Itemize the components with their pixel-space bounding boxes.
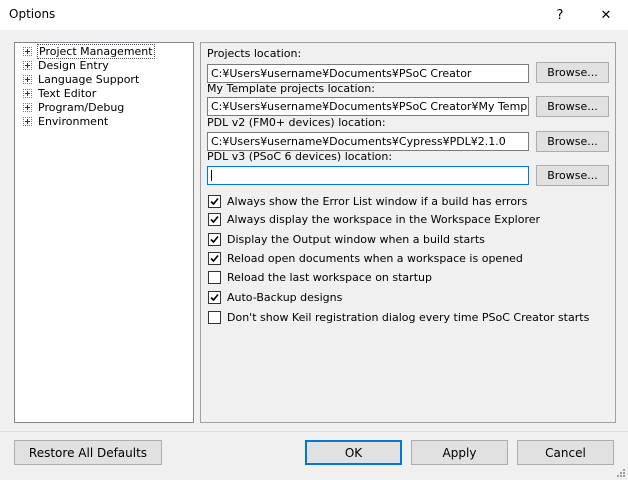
expand-icon[interactable]: [23, 102, 32, 112]
category-tree[interactable]: Project Management Design Entry Language…: [14, 42, 194, 423]
tree-item-program-debug[interactable]: Program/Debug: [23, 100, 124, 114]
checkmark-icon: [210, 197, 219, 205]
restore-defaults-button[interactable]: Restore All Defaults: [14, 440, 162, 465]
help-button[interactable]: ?: [538, 0, 582, 30]
option-label: Auto-Backup designs: [227, 290, 343, 304]
checkbox[interactable]: [208, 290, 221, 304]
tree-item-project-management[interactable]: Project Management: [23, 43, 155, 59]
pdl-v3-location-label: PDL v3 (PSoC 6 devices) location:: [207, 150, 393, 163]
option-error-list[interactable]: Always show the Error List window if a b…: [208, 194, 527, 208]
templates-location-label: My Template projects location:: [207, 82, 375, 95]
option-label: Always show the Error List window if a b…: [227, 194, 528, 208]
option-output-window[interactable]: Display the Output window when a build s…: [208, 232, 485, 246]
tree-item-label: Language Support: [38, 72, 140, 86]
projects-browse-button[interactable]: Browse...: [536, 62, 609, 83]
window-title: Options: [9, 7, 56, 21]
close-button[interactable]: ✕: [584, 0, 628, 30]
resize-grip-icon[interactable]: [614, 466, 626, 478]
checkbox[interactable]: [208, 310, 221, 324]
expand-icon[interactable]: [23, 116, 32, 126]
tree-item-label: Program/Debug: [38, 100, 125, 114]
expand-icon[interactable]: [23, 46, 32, 56]
option-reload-documents[interactable]: Reload open documents when a workspace i…: [208, 251, 523, 265]
title-bar: Options ? ✕: [0, 0, 628, 30]
text-caret: [211, 170, 212, 181]
option-label: Don't show Keil registration dialog ever…: [227, 310, 590, 324]
cancel-button[interactable]: Cancel: [517, 440, 614, 465]
checkmark-icon: [210, 235, 219, 243]
checkbox[interactable]: [208, 232, 221, 246]
tree-item-label: Design Entry: [38, 58, 109, 72]
checkmark-icon: [210, 293, 219, 301]
pdl-v2-location-label: PDL v2 (FM0+ devices) location:: [207, 116, 386, 129]
checkbox[interactable]: [208, 270, 221, 284]
tree-item-text-editor[interactable]: Text Editor: [23, 86, 96, 100]
tree-item-environment[interactable]: Environment: [23, 114, 108, 128]
projects-location-label: Projects location:: [207, 47, 302, 60]
ok-button[interactable]: OK: [305, 440, 402, 465]
option-auto-backup[interactable]: Auto-Backup designs: [208, 290, 342, 304]
checkmark-icon: [210, 254, 219, 262]
checkmark-icon: [210, 215, 219, 223]
option-label: Display the Output window when a build s…: [227, 232, 485, 246]
apply-button[interactable]: Apply: [411, 440, 508, 465]
option-label: Reload the last workspace on startup: [227, 270, 432, 284]
option-label: Always display the workspace in the Work…: [227, 212, 541, 226]
option-workspace-explorer[interactable]: Always display the workspace in the Work…: [208, 212, 540, 226]
expand-icon[interactable]: [23, 60, 32, 70]
footer-separator: [0, 431, 628, 432]
checkbox[interactable]: [208, 194, 221, 208]
tree-item-label: Text Editor: [38, 86, 97, 100]
projects-location-input[interactable]: C:¥Users¥username¥Documents¥PSoC Creator: [207, 64, 529, 83]
tree-item-label: Environment: [38, 114, 109, 128]
pdl-v3-location-input[interactable]: [207, 166, 529, 185]
pdl-v3-browse-button[interactable]: Browse...: [536, 165, 609, 186]
tree-item-design-entry[interactable]: Design Entry: [23, 58, 109, 72]
checkbox[interactable]: [208, 212, 221, 226]
checkbox[interactable]: [208, 251, 221, 265]
option-label: Reload open documents when a workspace i…: [227, 251, 523, 265]
tree-item-label: Project Management: [37, 43, 155, 59]
option-keil-dialog[interactable]: Don't show Keil registration dialog ever…: [208, 310, 589, 324]
templates-location-input[interactable]: C:¥Users¥username¥Documents¥PSoC Creator…: [207, 97, 529, 116]
pdl-v2-location-input[interactable]: C:¥Users¥username¥Documents¥Cypress¥PDL¥…: [207, 132, 529, 151]
expand-icon[interactable]: [23, 74, 32, 84]
pdl-v2-browse-button[interactable]: Browse...: [536, 131, 609, 152]
option-reload-workspace[interactable]: Reload the last workspace on startup: [208, 270, 432, 284]
tree-item-language-support[interactable]: Language Support: [23, 72, 139, 86]
expand-icon[interactable]: [23, 88, 32, 98]
templates-browse-button[interactable]: Browse...: [536, 96, 609, 117]
